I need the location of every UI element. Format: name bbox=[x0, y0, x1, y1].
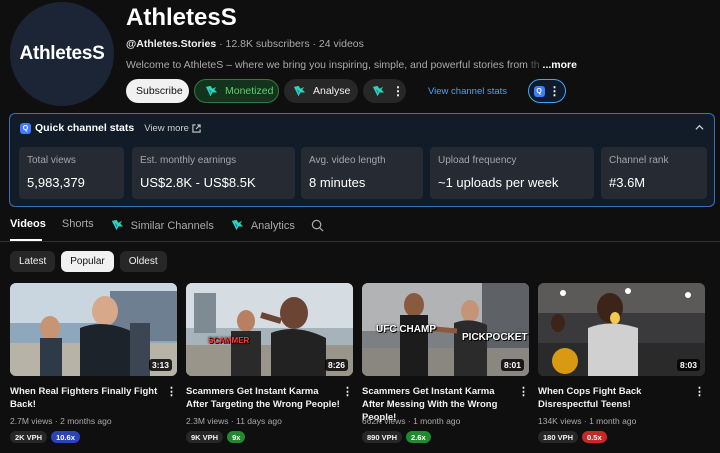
more-vert-icon[interactable]: ⋮ bbox=[694, 385, 705, 398]
video-card[interactable]: 8:03 When Cops Fight Back Disrespectful … bbox=[538, 283, 705, 443]
multiplier-badge: 10.6x bbox=[51, 431, 80, 443]
video-meta: 134K views · 1 month ago bbox=[538, 416, 637, 426]
channel-handle[interactable]: @Athletes.Stories bbox=[126, 38, 216, 50]
thumbnail-overlay-text: UFC CHAMP bbox=[376, 324, 436, 335]
vidiq-q-icon: Q bbox=[20, 122, 31, 134]
vidiq-logo-icon bbox=[205, 85, 218, 96]
vph-badge: 180 VPH bbox=[538, 431, 579, 443]
sort-chips: Latest Popular Oldest bbox=[10, 251, 173, 272]
video-card[interactable]: 3:13 When Real Fighters Finally Fight Ba… bbox=[10, 283, 177, 443]
tab-shorts[interactable]: Shorts bbox=[62, 218, 94, 230]
view-more-link[interactable]: View more bbox=[144, 123, 201, 134]
channel-avatar[interactable]: AthletesS bbox=[10, 2, 114, 106]
monetized-button[interactable]: Monetized bbox=[194, 79, 279, 103]
quick-stats-panel: Q Quick channel stats View more Total vi… bbox=[9, 113, 715, 207]
channel-meta: @Athletes.Stories · 12.8K subscribers · … bbox=[126, 38, 364, 50]
channel-description[interactable]: Welcome to AthleteS – where we bring you… bbox=[126, 59, 577, 71]
multiplier-badge: 2.6x bbox=[406, 431, 431, 443]
video-card[interactable]: UFC CHAMP PICKPOCKET 8:01 Scammers Get I… bbox=[362, 283, 529, 443]
video-meta: 662K views · 1 month ago bbox=[362, 416, 461, 426]
chip-popular[interactable]: Popular bbox=[61, 251, 114, 272]
quick-stats-header: Q Quick channel stats View more bbox=[20, 122, 201, 134]
video-thumbnail[interactable]: SCAMMER 8:26 bbox=[186, 283, 353, 376]
thumbnail-overlay-text: SCAMMER bbox=[208, 336, 250, 345]
video-thumbnail[interactable]: UFC CHAMP PICKPOCKET 8:01 bbox=[362, 283, 529, 376]
video-count: 24 videos bbox=[318, 38, 364, 50]
video-title[interactable]: When Real Fighters Finally Fight Back! bbox=[10, 385, 165, 411]
video-badges: 180 VPH 0.5x bbox=[538, 431, 607, 443]
channel-actions: Subscribe Monetized Analyse ⋮ View chann… bbox=[126, 79, 567, 103]
multiplier-badge: 0.5x bbox=[582, 431, 607, 443]
video-duration: 3:13 bbox=[148, 359, 172, 371]
stat-monthly-earnings: Est. monthly earnings US$2.8K - US$8.5K bbox=[132, 147, 295, 199]
vidiq-logo-icon bbox=[231, 219, 243, 231]
chevron-up-icon[interactable] bbox=[695, 123, 704, 132]
subscriber-count: 12.8K subscribers bbox=[225, 38, 310, 50]
channel-tabs: Videos Shorts Similar Channels Analytics bbox=[10, 218, 324, 241]
more-link[interactable]: ...more bbox=[543, 59, 577, 71]
video-meta: 2.7M views · 2 months ago bbox=[10, 416, 112, 426]
video-badges: 2K VPH 10.6x bbox=[10, 431, 80, 443]
stat-total-views: Total views 5,983,379 bbox=[19, 147, 124, 199]
video-title[interactable]: When Cops Fight Back Disrespectful Teens… bbox=[538, 385, 693, 411]
vph-badge: 890 VPH bbox=[362, 431, 403, 443]
stat-channel-rank: Channel rank #3.6M bbox=[601, 147, 707, 199]
more-vert-icon: ⋮ bbox=[548, 84, 561, 98]
tab-similar-channels[interactable]: Similar Channels bbox=[110, 218, 214, 233]
quick-stats-title: Quick channel stats bbox=[35, 122, 135, 134]
channel-name: AthletesS bbox=[126, 4, 237, 31]
video-badges: 9K VPH 9x bbox=[186, 431, 246, 443]
more-vert-icon[interactable]: ⋮ bbox=[518, 385, 529, 398]
video-badges: 890 VPH 2.6x bbox=[362, 431, 431, 443]
vidiq-logo-icon bbox=[111, 219, 123, 231]
video-meta: 2.3M views · 11 days ago bbox=[186, 416, 282, 426]
vidiq-more-button[interactable]: ⋮ bbox=[363, 79, 406, 103]
vidiq-logo-icon bbox=[372, 85, 385, 96]
more-vert-icon[interactable]: ⋮ bbox=[342, 385, 353, 398]
more-vert-icon[interactable]: ⋮ bbox=[166, 385, 177, 398]
more-vert-icon: ⋮ bbox=[392, 84, 404, 98]
view-channel-stats-link[interactable]: View channel stats bbox=[428, 79, 507, 103]
video-title[interactable]: Scammers Get Instant Karma After Targeti… bbox=[186, 385, 341, 411]
chip-oldest[interactable]: Oldest bbox=[119, 251, 167, 272]
video-card[interactable]: SCAMMER 8:26 Scammers Get Instant Karma … bbox=[186, 283, 353, 443]
search-icon[interactable] bbox=[311, 219, 324, 232]
video-duration: 8:03 bbox=[676, 359, 700, 371]
tab-analytics[interactable]: Analytics bbox=[230, 218, 295, 233]
vidiq-logo-icon bbox=[293, 85, 306, 96]
tab-videos[interactable]: Videos bbox=[10, 218, 46, 230]
video-thumbnail[interactable]: 8:03 bbox=[538, 283, 705, 376]
multiplier-badge: 9x bbox=[227, 431, 246, 443]
video-duration: 8:26 bbox=[324, 359, 348, 371]
avatar-text: AthletesS bbox=[19, 43, 105, 64]
stat-upload-frequency: Upload frequency ~1 uploads per week bbox=[430, 147, 594, 199]
vph-badge: 2K VPH bbox=[10, 431, 48, 443]
video-duration: 8:01 bbox=[500, 359, 524, 371]
stat-avg-video-length: Avg. video length 8 minutes bbox=[301, 147, 423, 199]
vidiq-q-icon: Q bbox=[533, 85, 545, 97]
tabs-divider bbox=[0, 241, 720, 242]
video-thumbnail[interactable]: 3:13 bbox=[10, 283, 177, 376]
external-link-icon bbox=[192, 123, 201, 133]
quick-stats-toggle-button[interactable]: Q ⋮ bbox=[528, 79, 567, 103]
analyse-button[interactable]: Analyse bbox=[284, 79, 358, 103]
vph-badge: 9K VPH bbox=[186, 431, 224, 443]
thumbnail-overlay-text-secondary: PICKPOCKET bbox=[462, 332, 528, 343]
subscribe-button[interactable]: Subscribe bbox=[126, 79, 189, 103]
chip-latest[interactable]: Latest bbox=[10, 251, 56, 272]
